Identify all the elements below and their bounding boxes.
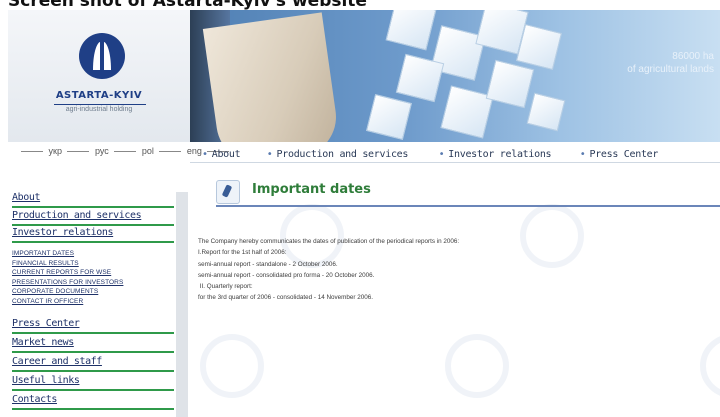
body-line: for the 3rd quarter of 2006 - consolidat… (198, 294, 374, 302)
submenu-important-dates[interactable]: IMPORTANT DATES (12, 249, 123, 259)
banner-caption-line2: of agricultural lands (627, 64, 714, 75)
banner-caption: 86000 ha of agricultural lands (627, 50, 714, 76)
banner-sugar-bag (202, 12, 342, 142)
language-switcher: укр рус pol eng (18, 146, 232, 156)
sidebar-item-investor-relations[interactable]: Investor relations (12, 227, 174, 243)
lang-separator (159, 151, 182, 153)
topnav-press-center[interactable]: Press Center (580, 149, 659, 160)
body-line: The Company hereby communicates the date… (198, 238, 460, 245)
logo-divider (54, 104, 146, 105)
sidebar-item-production[interactable]: Production and services (12, 210, 174, 226)
submenu-corporate-documents[interactable]: CORPORATE DOCUMENTS (12, 287, 123, 297)
sugar-cube (485, 59, 535, 109)
watermark-logo (700, 334, 720, 398)
astarta-logo-icon (79, 33, 125, 79)
sidebar-item-career[interactable]: Career and staff (12, 356, 174, 372)
header-banner-image: 86000 ha of agricultural lands (190, 10, 720, 142)
lang-pol-link[interactable]: pol (142, 146, 154, 156)
lang-eng-link[interactable]: eng (187, 146, 202, 156)
topnav-about[interactable]: About (202, 149, 241, 160)
sugar-cube (385, 10, 437, 51)
body-line: I.Report for the 1st half of 2006: (198, 249, 287, 257)
page-body: The Company hereby communicates the date… (198, 236, 459, 304)
topnav-investor-relations[interactable]: Investor relations (439, 149, 552, 160)
page-title-icon (216, 180, 240, 204)
submenu-presentations[interactable]: PRESENTATIONS FOR INVESTORS (12, 278, 123, 288)
lang-separator (114, 151, 137, 153)
sidebar-item-about[interactable]: About (12, 192, 174, 208)
submenu-contact-ir[interactable]: CONTACT IR OFFICER (12, 297, 123, 307)
title-divider (216, 205, 720, 207)
nav-divider (190, 162, 720, 163)
main-content: Important dates The Company hereby commu… (190, 164, 720, 417)
sugar-cube (365, 93, 413, 141)
sugar-cube (440, 85, 494, 139)
logo-name: ASTARTA-KYIV (55, 90, 143, 101)
sidebar-scrollbar[interactable] (176, 192, 188, 417)
watermark-logo (200, 334, 264, 398)
sidebar-item-press-center[interactable]: Press Center (12, 318, 174, 334)
logo-area[interactable]: ASTARTA-KYIV agri-industrial holding (8, 10, 191, 142)
sidebar-item-useful-links[interactable]: Useful links (12, 375, 174, 391)
body-line: II. Quarterly report: (198, 283, 253, 291)
logo-tagline: agri-industrial holding (65, 106, 133, 113)
watermark-logo (520, 204, 584, 268)
lang-separator (21, 151, 43, 153)
top-navigation: About Production and services Investor r… (202, 144, 680, 162)
watermark-logo (445, 334, 509, 398)
sugar-cube (515, 23, 563, 71)
topnav-production[interactable]: Production and services (267, 149, 409, 160)
body-line: semi-annual report - standalone - 2 Octo… (198, 260, 338, 268)
sugar-cube (395, 53, 445, 103)
page-title: Important dates (252, 182, 371, 197)
investor-submenu: IMPORTANT DATES FINANCIAL RESULTS CURREN… (12, 249, 123, 307)
lang-ukr-link[interactable]: укр (49, 146, 62, 156)
submenu-current-reports[interactable]: CURRENT REPORTS FOR WSE (12, 268, 123, 278)
website-frame: ASTARTA-KYIV agri-industrial holding 860… (8, 10, 720, 417)
body-line: semi-annual report - consolidated pro fo… (198, 271, 375, 279)
lang-separator (67, 151, 90, 153)
sidebar-item-market-news[interactable]: Market news (12, 337, 174, 353)
sugar-cube (526, 92, 566, 132)
submenu-financial-results[interactable]: FINANCIAL RESULTS (12, 259, 123, 269)
banner-caption-line1: 86000 ha (672, 51, 714, 62)
sidebar-item-contacts[interactable]: Contacts (12, 394, 174, 410)
lang-rus-link[interactable]: рус (95, 146, 109, 156)
